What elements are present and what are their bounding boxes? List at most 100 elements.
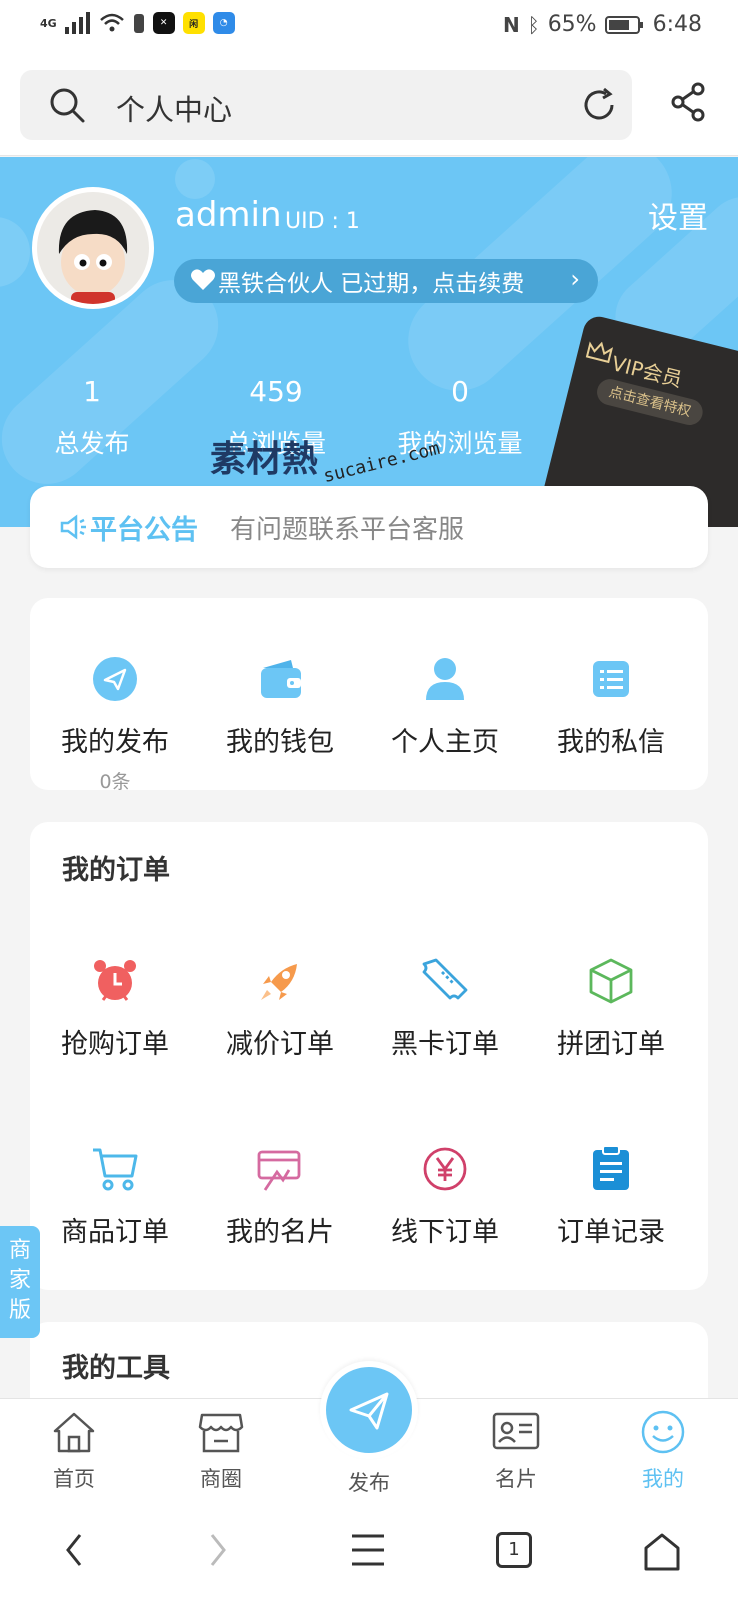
order-history-button[interactable]: 订单记录 [526, 1144, 696, 1249]
avatar[interactable] [32, 187, 154, 309]
stat-value: 459 [249, 375, 303, 408]
crown-icon [585, 341, 614, 364]
nav-publish-button[interactable] [320, 1361, 418, 1459]
phone-battery-icon [133, 14, 144, 33]
alarm-clock-icon [94, 960, 136, 1001]
battery-percent: 65% [547, 12, 597, 37]
signal-icon [64, 12, 90, 34]
user-icon [426, 658, 464, 700]
tools-title: 我的工具 [62, 1353, 170, 1384]
capcut-icon: ✕ [152, 12, 175, 34]
nav-home[interactable]: 首页 [14, 1409, 134, 1493]
cart-icon [93, 1148, 138, 1191]
ticket-icon [422, 958, 468, 1000]
group-buy-orders-button[interactable]: 拼团订单 [526, 956, 696, 1061]
search-icon [50, 88, 85, 123]
order-label: 订单记录 [557, 1217, 665, 1248]
user-id: UID : 1 [285, 209, 360, 234]
message-list-icon [593, 661, 629, 697]
order-label: 减价订单 [226, 1029, 334, 1060]
nav-business-card-label: 名片 [495, 1467, 537, 1491]
stat-label: 总发布 [54, 429, 130, 458]
settings-link[interactable]: 设置 [648, 193, 708, 237]
order-label: 拼团订单 [557, 1029, 665, 1060]
membership-status: 黑铁合伙人 已过期，点击续费 [218, 271, 525, 297]
rocket-icon [261, 964, 297, 1000]
order-label: 线下订单 [391, 1217, 499, 1248]
my-messages-button[interactable]: 我的私信 [526, 654, 696, 759]
watermark-brand: 素材熱 [210, 439, 319, 480]
my-wallet-label: 我的钱包 [226, 727, 334, 758]
product-orders-button[interactable]: 商品订单 [30, 1144, 200, 1249]
cube-icon [589, 958, 633, 1004]
browser-icon: ◔ [212, 12, 235, 34]
send-icon [93, 657, 137, 701]
username: admin [175, 195, 282, 235]
wifi-icon [99, 13, 124, 32]
nfc-icon: N [502, 12, 520, 37]
business-card-button[interactable]: 我的名片 [195, 1144, 365, 1249]
clock: 6:48 [652, 12, 702, 37]
avatar-image [37, 192, 149, 304]
orders-title: 我的订单 [62, 855, 170, 886]
stat-total-posts[interactable]: 1 总发布 [42, 375, 142, 460]
orders-card: 我的订单 抢购订单 减价订单 黑卡订单 拼团订单 商品订单 我的名片 线下订单 … [30, 822, 708, 1290]
menu-icon[interactable] [350, 1532, 386, 1568]
nav-publish-label[interactable]: 发布 [309, 1467, 429, 1497]
refresh-icon[interactable] [580, 86, 618, 124]
status-bar: 4G ✕ 闲 ◔ N ᛒ 65% 6:48 [0, 0, 738, 56]
share-icon[interactable] [670, 82, 708, 122]
back-icon[interactable] [60, 1532, 88, 1568]
nav-mine-label: 我的 [642, 1467, 684, 1491]
discount-orders-button[interactable]: 减价订单 [195, 956, 365, 1061]
order-label: 黑卡订单 [391, 1029, 499, 1060]
stat-value: 0 [451, 375, 469, 408]
network-type: 4G [40, 16, 57, 30]
profile-page-button[interactable]: 个人主页 [360, 654, 530, 759]
flash-sale-orders-button[interactable]: 抢购订单 [30, 956, 200, 1061]
profile-page-label: 个人主页 [391, 727, 499, 758]
battery-icon [604, 15, 643, 34]
my-posts-count: 0条 [99, 771, 131, 793]
page-title: 个人中心 [116, 93, 233, 127]
xianyu-icon: 闲 [182, 12, 205, 34]
announcement-bar[interactable]: 平台公告 有问题联系平台客服 [30, 486, 708, 568]
chevron-right-icon: › [570, 265, 580, 293]
paper-plane-icon [349, 1392, 389, 1430]
black-card-orders-button[interactable]: 黑卡订单 [360, 956, 530, 1061]
home-icon [53, 1412, 95, 1453]
stat-value: 1 [83, 375, 101, 408]
wallet-icon [261, 660, 301, 698]
nav-business-card[interactable]: 名片 [456, 1409, 576, 1493]
home-shape-icon[interactable] [642, 1532, 682, 1572]
my-wallet-button[interactable]: 我的钱包 [195, 654, 365, 759]
speaker-icon [60, 514, 86, 540]
nav-business-circle-label: 商圈 [200, 1467, 242, 1491]
clipboard-icon [593, 1145, 629, 1190]
nav-business-circle[interactable]: 商圈 [161, 1409, 281, 1493]
nav-home-label: 首页 [53, 1467, 95, 1491]
announcement-label: 平台公告 [90, 515, 198, 546]
bottom-nav: 首页 商圈 发布 名片 我的 [0, 1361, 738, 1502]
my-posts-button[interactable]: 我的发布 0条 [30, 654, 200, 794]
smiley-icon [641, 1410, 685, 1454]
handshake-heart-icon [191, 269, 215, 290]
tabs-button[interactable]: 1 [496, 1532, 532, 1568]
yen-icon [423, 1147, 467, 1191]
nav-mine[interactable]: 我的 [603, 1409, 723, 1493]
search-bar[interactable]: 个人中心 [20, 70, 632, 140]
my-posts-label: 我的发布 [61, 727, 169, 758]
system-nav: 1 [0, 1502, 738, 1600]
merchant-version-tab[interactable]: 商家版 [0, 1226, 40, 1338]
offline-orders-button[interactable]: 线下订单 [360, 1144, 530, 1249]
store-icon [198, 1413, 244, 1453]
order-label: 抢购订单 [61, 1029, 169, 1060]
membership-renew-button[interactable]: 黑铁合伙人 已过期，点击续费 › [174, 259, 598, 303]
announcement-text: 有问题联系平台客服 [230, 515, 465, 545]
bluetooth-icon: ᛒ [527, 12, 540, 37]
forward-icon[interactable] [204, 1532, 232, 1568]
order-label: 我的名片 [226, 1217, 334, 1248]
card-icon [257, 1150, 301, 1191]
top-header: 个人中心 [0, 56, 738, 156]
id-card-icon [492, 1412, 540, 1450]
